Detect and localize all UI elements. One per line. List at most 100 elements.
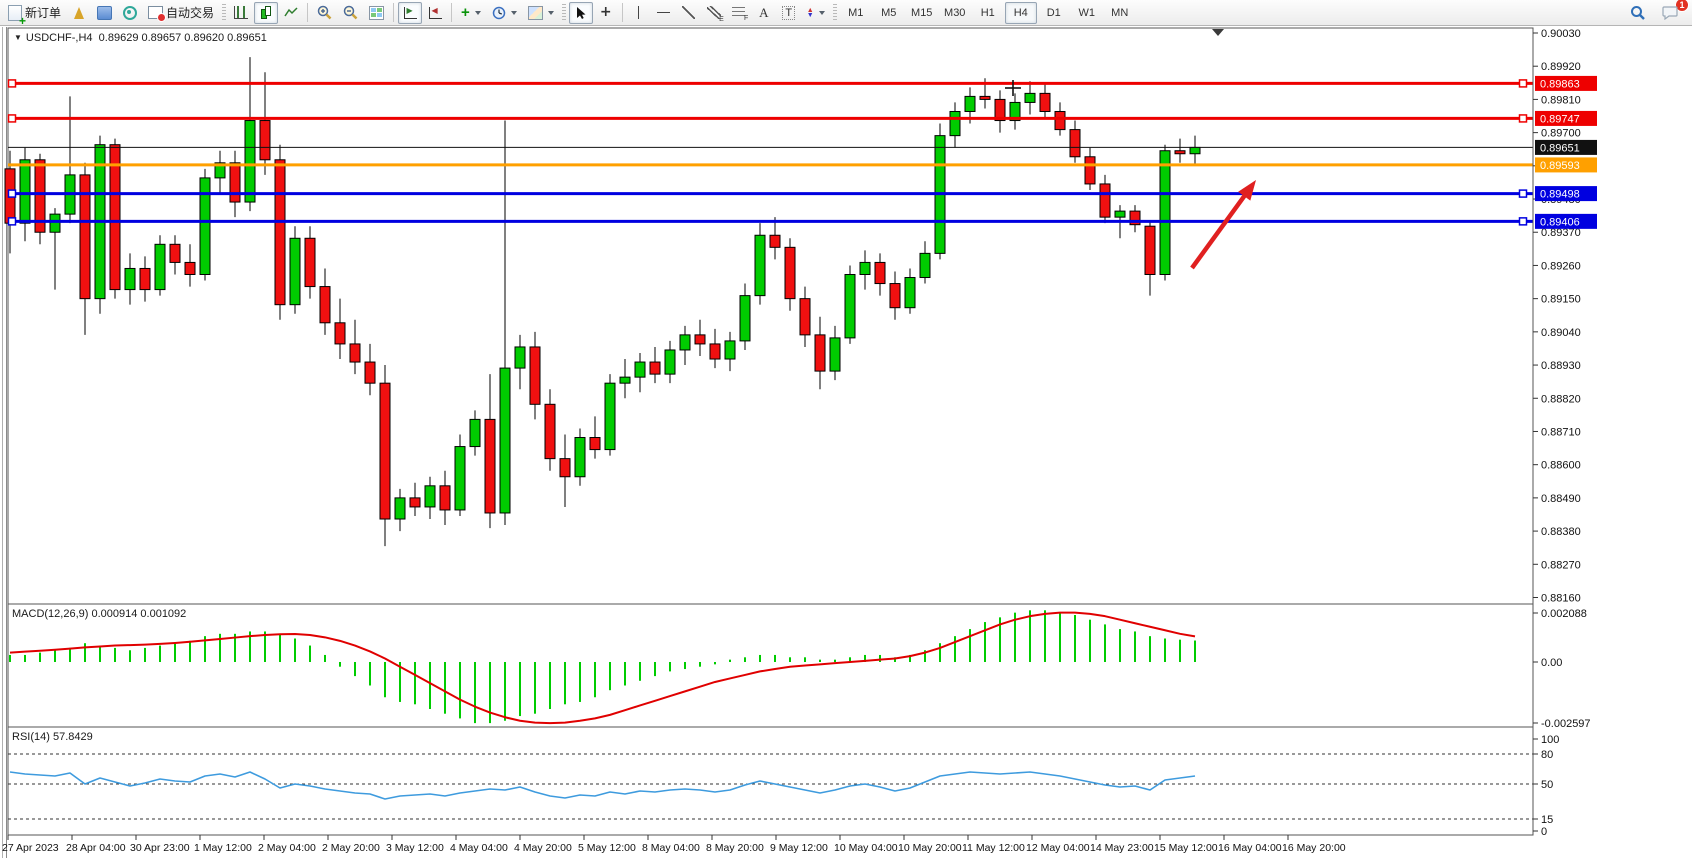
line-handle[interactable]: [9, 115, 16, 122]
timeframe-M15[interactable]: M15: [906, 2, 938, 24]
periods-button[interactable]: [487, 2, 522, 24]
zoom-out-button[interactable]: [338, 2, 363, 24]
candle-body: [905, 278, 915, 308]
toolbar-separator: [622, 3, 623, 22]
text-label-tool-button[interactable]: T: [777, 2, 801, 24]
line-handle[interactable]: [9, 190, 16, 197]
line-handle[interactable]: [1520, 218, 1527, 225]
timeframe-H1[interactable]: H1: [972, 2, 1004, 24]
data-window-button[interactable]: [92, 2, 117, 24]
horizontal-line-tool-button[interactable]: [652, 2, 676, 24]
add-indicator-button[interactable]: +: [456, 2, 486, 24]
candle-body: [545, 404, 555, 458]
search-button[interactable]: [1625, 2, 1651, 24]
trading-platform-window: 新订单 自动交易 +: [0, 0, 1692, 859]
auto-trading-button[interactable]: 自动交易: [143, 2, 219, 24]
vertical-line-tool-button[interactable]: [627, 2, 651, 24]
clock-icon: [492, 6, 506, 20]
candle-body: [455, 447, 465, 510]
bar-chart-icon: [234, 6, 248, 19]
add-indicator-icon: +: [461, 6, 470, 20]
candle-body: [395, 498, 405, 519]
timeframe-H4[interactable]: H4: [1005, 2, 1037, 24]
timeframe-M30[interactable]: M30: [939, 2, 971, 24]
timeframe-M1[interactable]: M1: [840, 2, 872, 24]
notifications-button[interactable]: 1: [1657, 2, 1684, 24]
arrows-icon: ▲▼: [807, 8, 814, 18]
main-chart-panel[interactable]: [8, 28, 1533, 604]
text-tool-button[interactable]: A: [752, 2, 776, 24]
equidistant-channel-icon: [707, 6, 721, 19]
candle-body: [410, 498, 420, 507]
market-signals-button[interactable]: [118, 2, 142, 24]
arrows-tool-button[interactable]: ▲▼: [802, 2, 830, 24]
new-order-button[interactable]: 新订单: [3, 2, 66, 24]
candle-body: [650, 362, 660, 374]
cursor-button[interactable]: [569, 2, 593, 24]
fibonacci-tool-button[interactable]: [727, 2, 751, 24]
candle-body: [785, 247, 795, 298]
candle-body: [125, 268, 135, 289]
horizontal-line-icon: [657, 12, 670, 13]
macd-panel[interactable]: [8, 604, 1533, 727]
macd-signal-line: [10, 613, 1195, 723]
tile-windows-button[interactable]: [364, 2, 389, 24]
candle-body: [560, 459, 570, 477]
candle-body: [380, 383, 390, 519]
toolbar-grip: [222, 4, 226, 22]
chevron-down-icon: [548, 11, 554, 15]
timeframe-M5[interactable]: M5: [873, 2, 905, 24]
candle-body: [1115, 211, 1125, 217]
candle-body: [335, 323, 345, 344]
styles-button[interactable]: [67, 2, 91, 24]
toolbar: 新订单 自动交易 +: [0, 0, 1692, 26]
candle-body: [20, 160, 30, 223]
timeframe-W1[interactable]: W1: [1071, 2, 1103, 24]
auto-trading-icon: [148, 6, 163, 19]
chart-canvas[interactable]: 0.900300.899200.898100.897000.895900.894…: [0, 0, 1692, 859]
crosshair-button[interactable]: +: [594, 2, 618, 24]
toolbar-grip: [562, 4, 566, 22]
template-icon: [528, 6, 543, 20]
candle-body: [590, 438, 600, 450]
candle-body: [500, 368, 510, 513]
text-tool-icon: A: [759, 5, 768, 21]
candle-body: [50, 214, 60, 232]
timeframe-D1[interactable]: D1: [1038, 2, 1070, 24]
line-handle[interactable]: [1520, 115, 1527, 122]
chevron-down-icon: [511, 11, 517, 15]
timeframe-group: M1M5M15M30H1H4D1W1MN: [840, 2, 1136, 24]
candle-body: [635, 362, 645, 377]
bar-chart-button[interactable]: [229, 2, 253, 24]
templates-button[interactable]: [523, 2, 559, 24]
line-handle[interactable]: [9, 218, 16, 225]
candle-body: [485, 419, 495, 513]
candle-body: [1160, 151, 1170, 275]
cursor-icon: [575, 6, 587, 20]
chart-shift-marker[interactable]: [1212, 29, 1224, 36]
candlestick-chart-button[interactable]: [254, 2, 278, 24]
candle-body: [425, 486, 435, 507]
line-handle[interactable]: [9, 80, 16, 87]
zoom-out-icon: [343, 5, 358, 20]
time-axis[interactable]: [0, 836, 1533, 859]
chart-shift-button[interactable]: [423, 2, 447, 24]
line-chart-button[interactable]: [279, 2, 303, 24]
timeframe-MN[interactable]: MN: [1104, 2, 1136, 24]
arrow-annotation-shaft[interactable]: [1192, 193, 1247, 268]
channel-tool-button[interactable]: [702, 2, 726, 24]
new-order-label: 新订单: [25, 4, 61, 21]
candle-body: [260, 121, 270, 160]
zoom-in-button[interactable]: [312, 2, 337, 24]
auto-scroll-button[interactable]: [398, 2, 422, 24]
symbol-dropdown-icon: ▼: [14, 33, 22, 42]
candle-body: [185, 262, 195, 274]
candle-body: [845, 274, 855, 337]
rsi-line: [10, 772, 1195, 799]
price-axis[interactable]: [1534, 28, 1692, 835]
trendline-tool-button[interactable]: [677, 2, 701, 24]
chart-title-row[interactable]: ▼USDCHF-,H4 0.89629 0.89657 0.89620 0.89…: [14, 32, 267, 44]
candle-body: [350, 344, 360, 362]
line-handle[interactable]: [1520, 190, 1527, 197]
line-handle[interactable]: [1520, 80, 1527, 87]
